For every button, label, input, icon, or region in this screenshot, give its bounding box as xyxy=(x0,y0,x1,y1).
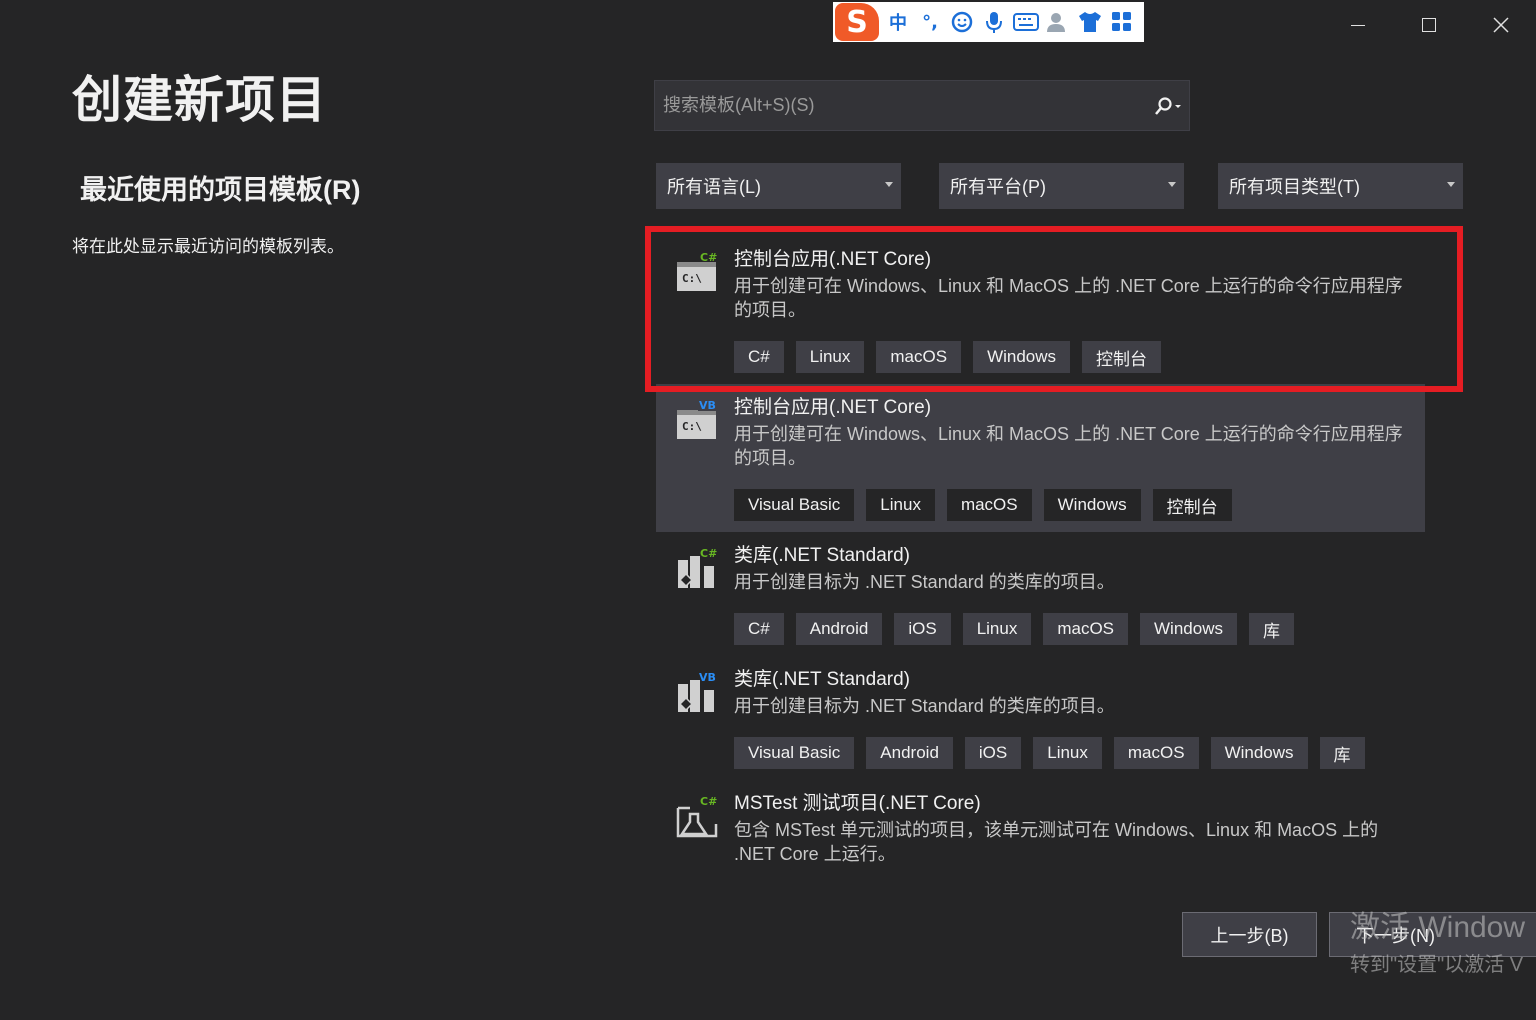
microphone-icon[interactable] xyxy=(981,9,1007,35)
chevron-down-icon xyxy=(1168,182,1176,187)
template-description: 用于创建目标为 .NET Standard 的类库的项目。 xyxy=(734,572,1115,592)
create-project-window: S 中 °, 创建新项目 最近使用的项目模板(R) 将在此处显示最近访问的模板列… xyxy=(0,0,1536,1020)
csharp-badge: C# xyxy=(700,795,717,808)
template-item[interactable]: C# MSTest 测试项目(.NET Core) 包含 MSTest 单元测试… xyxy=(656,780,1425,880)
tag: macOS xyxy=(1113,737,1199,769)
user-icon[interactable] xyxy=(1045,9,1071,35)
template-tags: C# Android iOS Linux macOS Windows 库 xyxy=(734,613,1294,645)
next-button[interactable]: 下一步(N) xyxy=(1329,912,1536,957)
emoji-icon[interactable] xyxy=(949,9,975,35)
tag: Android xyxy=(795,613,883,645)
tag: Linux xyxy=(1033,737,1102,769)
page-title: 创建新项目 xyxy=(72,72,327,128)
tag: macOS xyxy=(1043,613,1129,645)
search-input[interactable] xyxy=(655,81,1149,130)
template-item[interactable]: VB 类库(.NET Standard) 用于创建目标为 .NET Standa… xyxy=(656,656,1425,780)
console-app-icon: C:\ C# xyxy=(677,251,717,291)
template-tags: Visual Basic Android iOS Linux macOS Win… xyxy=(734,737,1365,769)
close-button[interactable] xyxy=(1481,8,1521,42)
minimize-icon xyxy=(1351,24,1365,26)
chevron-down-icon xyxy=(1447,182,1455,187)
shirt-icon[interactable] xyxy=(1077,9,1103,35)
template-item[interactable]: C# 类库(.NET Standard) 用于创建目标为 .NET Standa… xyxy=(656,532,1425,656)
recent-templates-empty-text: 将在此处显示最近访问的模板列表。 xyxy=(72,237,344,256)
csharp-badge: C# xyxy=(700,547,717,560)
template-description: 用于创建可在 Windows、Linux 和 MacOS 上的 .NET Cor… xyxy=(734,276,1403,320)
class-library-icon: VB xyxy=(678,671,716,712)
template-tags: Visual Basic Linux macOS Windows 控制台 xyxy=(734,489,1232,521)
ime-mode-toggle[interactable]: 中 xyxy=(885,9,911,35)
project-type-filter-dropdown[interactable]: 所有项目类型(T) xyxy=(1218,163,1463,209)
template-name: 类库(.NET Standard) xyxy=(734,669,910,690)
recent-templates-heading: 最近使用的项目模板(R) xyxy=(80,175,361,205)
grid-icon[interactable] xyxy=(1109,9,1135,35)
search-options-button[interactable] xyxy=(1149,96,1189,116)
tag: Windows xyxy=(1043,489,1141,521)
tag: 库 xyxy=(1319,737,1365,769)
tag: Windows xyxy=(973,341,1071,373)
tag: 库 xyxy=(1248,613,1294,645)
svg-text:C:\: C:\ xyxy=(682,272,702,285)
tag: macOS xyxy=(946,489,1032,521)
project-type-filter-value: 所有项目类型(T) xyxy=(1229,177,1360,197)
tag: Linux xyxy=(866,489,935,521)
ime-punct-toggle[interactable]: °, xyxy=(917,9,943,35)
test-project-icon: C# xyxy=(676,795,717,838)
tag: Visual Basic xyxy=(734,489,855,521)
template-name: 控制台应用(.NET Core) xyxy=(734,397,932,418)
tag: iOS xyxy=(894,613,951,645)
template-description: 用于创建目标为 .NET Standard 的类库的项目。 xyxy=(734,696,1115,716)
platform-filter-value: 所有平台(P) xyxy=(950,177,1046,197)
language-filter-dropdown[interactable]: 所有语言(L) xyxy=(656,163,901,209)
tag: Android xyxy=(866,737,953,769)
class-library-icon: C# xyxy=(678,547,717,588)
tag: C# xyxy=(734,613,784,645)
chevron-down-icon xyxy=(885,182,893,187)
tag: iOS xyxy=(964,737,1022,769)
template-item-selected[interactable]: C:\ VB 控制台应用(.NET Core) 用于创建可在 Windows、L… xyxy=(656,384,1425,532)
ime-toolbar: S 中 °, xyxy=(833,2,1144,42)
vb-badge: VB xyxy=(699,399,716,412)
template-name: 控制台应用(.NET Core) xyxy=(734,249,932,270)
maximize-button[interactable] xyxy=(1409,8,1449,42)
back-button[interactable]: 上一步(B) xyxy=(1182,912,1317,957)
tag: Linux xyxy=(795,341,865,373)
tag: Windows xyxy=(1210,737,1308,769)
template-name: 类库(.NET Standard) xyxy=(734,545,910,566)
template-search-box xyxy=(654,80,1190,131)
keyboard-icon[interactable] xyxy=(1013,9,1039,35)
console-app-icon: C:\ VB xyxy=(677,399,718,439)
tag: 控制台 xyxy=(1082,341,1162,373)
language-filter-value: 所有语言(L) xyxy=(667,177,761,197)
tag: Linux xyxy=(962,613,1032,645)
platform-filter-dropdown[interactable]: 所有平台(P) xyxy=(939,163,1184,209)
maximize-icon xyxy=(1422,18,1436,32)
close-icon xyxy=(1493,17,1509,33)
search-icon xyxy=(1155,96,1181,115)
tag: macOS xyxy=(876,341,962,373)
sogou-logo[interactable]: S xyxy=(835,3,879,41)
minimize-button[interactable] xyxy=(1338,8,1378,42)
template-name: MSTest 测试项目(.NET Core) xyxy=(734,793,981,814)
tag: Windows xyxy=(1140,613,1237,645)
csharp-badge: C# xyxy=(700,251,717,264)
tag: C# xyxy=(734,341,784,373)
tag: Visual Basic xyxy=(734,737,855,769)
svg-text:C:\: C:\ xyxy=(682,420,702,433)
template-tags: C# Linux macOS Windows 控制台 xyxy=(734,341,1162,373)
vb-badge: VB xyxy=(699,671,716,684)
template-item[interactable]: C:\ C# 控制台应用(.NET Core) 用于创建可在 Windows、L… xyxy=(656,236,1425,384)
tag: 控制台 xyxy=(1152,489,1232,521)
template-description: 用于创建可在 Windows、Linux 和 MacOS 上的 .NET Cor… xyxy=(734,424,1403,468)
template-description: 包含 MSTest 单元测试的项目，该单元测试可在 Windows、Linux … xyxy=(734,820,1379,864)
